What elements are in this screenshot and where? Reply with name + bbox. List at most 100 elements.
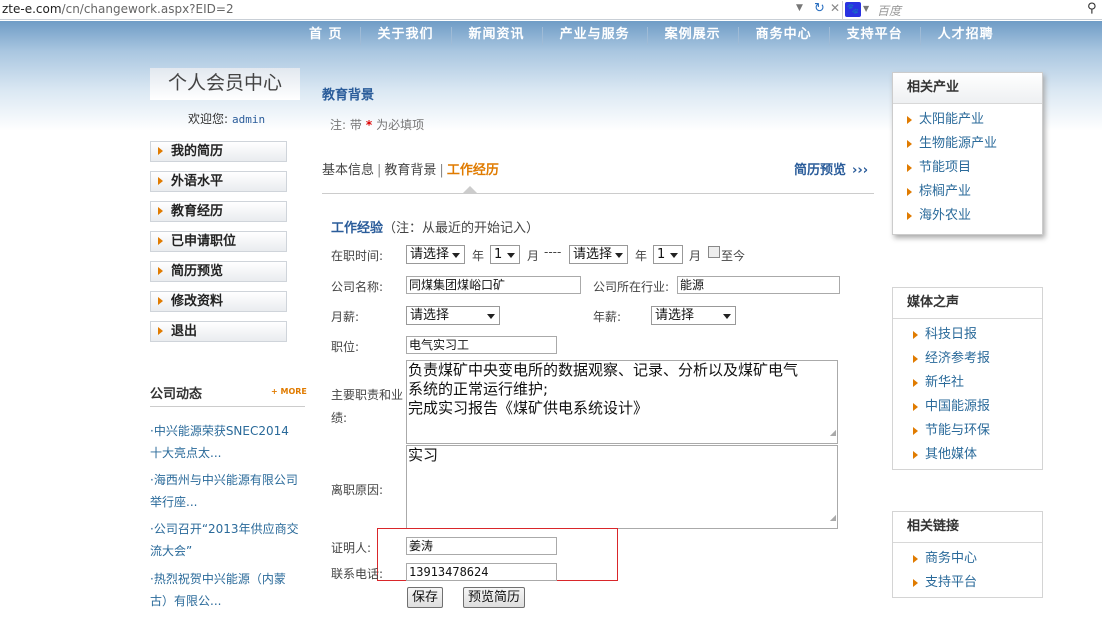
search-icon[interactable]: ⚲ (1087, 1, 1097, 16)
arrow-right-icon (158, 297, 163, 305)
link-label: 新华社 (925, 375, 965, 390)
url-field[interactable]: zte-e.com/cn/changework.aspx?EID=2 (2, 2, 234, 16)
industry-link[interactable]: 棕榈产业 (893, 180, 1042, 204)
resize-grip-icon[interactable]: ◢ (830, 508, 836, 527)
tab-work-experience[interactable]: 工作经历 (447, 163, 499, 178)
search-engine-dropdown-icon[interactable]: ▼ (863, 4, 869, 13)
media-link[interactable]: 中国能源报 (893, 395, 1042, 419)
arrow-right-icon (907, 212, 912, 220)
menu-language[interactable]: 外语水平 (150, 171, 287, 192)
related-link[interactable]: 支持平台 (893, 571, 1042, 595)
phone-input[interactable]: 13913478624 (406, 563, 557, 581)
leave-reason-textarea[interactable]: 实习 ◢ (406, 445, 838, 529)
link-label: 太阳能产业 (919, 112, 985, 127)
search-engine-logo-icon[interactable]: 🐾 (845, 2, 861, 17)
related-links-title: 相关链接 (893, 512, 1042, 543)
news-divider (150, 406, 305, 407)
year-unit: 年 (635, 249, 648, 263)
media-link[interactable]: 节能与环保 (893, 419, 1042, 443)
menu-logout[interactable]: 退出 (150, 321, 287, 342)
news-item[interactable]: ·热烈祝贺中兴能源（内蒙古）有限公... (150, 568, 300, 612)
resize-grip-icon[interactable]: ◢ (830, 423, 836, 442)
tab-separator: | (377, 163, 382, 178)
end-month-select[interactable]: 1 (653, 245, 683, 264)
position-input[interactable]: 电气实习工 (406, 336, 557, 354)
arrow-right-icon (913, 451, 918, 459)
menu-label: 已申请职位 (171, 234, 237, 249)
resume-preview-link[interactable]: 简历预览 ››› (794, 159, 868, 178)
browser-search-box[interactable]: 🐾 ▼ 百度 ⚲ (842, 1, 1102, 19)
arrow-right-icon (158, 327, 163, 335)
month-unit: 月 (527, 249, 540, 263)
dropdown-arrow-icon (670, 253, 678, 258)
url-dropdown-icon[interactable]: ▼ (796, 3, 803, 13)
stop-icon[interactable]: ✕ (830, 1, 840, 15)
company-label: 公司名称: (331, 280, 384, 294)
nav-business[interactable]: 商务中心 (737, 27, 829, 45)
industry-link[interactable]: 太阳能产业 (893, 108, 1042, 132)
browser-address-bar: zte-e.com/cn/changework.aspx?EID=2 ▼ ↻ ✕… (0, 0, 1102, 20)
industry-link[interactable]: 海外农业 (893, 204, 1042, 228)
related-link[interactable]: 商务中心 (893, 547, 1042, 571)
nav-news[interactable]: 新闻资讯 (450, 27, 542, 45)
nav-support[interactable]: 支持平台 (828, 27, 920, 45)
nav-jobs[interactable]: 人才招聘 (919, 27, 1011, 45)
menu-label: 简历预览 (171, 264, 224, 279)
save-button[interactable]: 保存 (407, 587, 443, 608)
nav-about[interactable]: 关于我们 (359, 27, 451, 45)
menu-applied-jobs[interactable]: 已申请职位 (150, 231, 287, 252)
range-separator: ---- (544, 245, 562, 259)
duties-line: 负责煤矿中央变电所的数据观察、记录、分析以及煤矿电气 (408, 361, 799, 379)
link-label: 海外农业 (919, 208, 972, 223)
tab-basic-info[interactable]: 基本信息 (322, 163, 374, 178)
monthly-salary-select[interactable]: 请选择 (406, 306, 500, 325)
nav-home[interactable]: 首 页 (292, 27, 360, 45)
start-month-select[interactable]: 1 (490, 245, 520, 264)
annual-salary-select[interactable]: 请选择 (651, 306, 736, 325)
arrow-right-icon (913, 379, 918, 387)
start-year-select[interactable]: 请选择 (406, 245, 465, 264)
menu-education[interactable]: 教育经历 (150, 201, 287, 222)
arrow-right-icon (158, 177, 163, 185)
related-industries-box: 相关产业 太阳能产业 生物能源产业 节能项目 棕榈产业 海外农业 (892, 72, 1043, 235)
tab-education[interactable]: 教育背景 (384, 163, 436, 178)
position-label: 职位: (331, 340, 360, 354)
required-note: 注: 带 * 为必填项 (330, 116, 424, 133)
url-host: zte-e.com (2, 2, 62, 16)
media-link[interactable]: 经济参考报 (893, 347, 1042, 371)
duties-textarea[interactable]: 负责煤矿中央变电所的数据观察、记录、分析以及煤矿电气 系统的正常运行维护; 完成… (406, 360, 838, 444)
arrow-right-icon (913, 555, 918, 563)
news-item[interactable]: ·海西州与中兴能源有限公司举行座... (150, 469, 300, 513)
till-now-checkbox[interactable] (708, 246, 720, 258)
arrow-right-icon (913, 427, 918, 435)
search-input[interactable]: 百度 (877, 2, 901, 19)
news-item[interactable]: ·公司召开“2013年供应商交流大会” (150, 518, 300, 562)
arrow-right-icon (158, 237, 163, 245)
menu-resume-preview[interactable]: 简历预览 (150, 261, 287, 282)
media-link[interactable]: 科技日报 (893, 323, 1042, 347)
month-unit: 月 (689, 249, 702, 263)
preview-resume-button[interactable]: 预览简历 (463, 587, 525, 608)
welcome-text: 欢迎您: admin (188, 110, 265, 127)
menu-edit-profile[interactable]: 修改资料 (150, 291, 287, 312)
company-name-input[interactable]: 同煤集团煤峪口矿 (406, 276, 581, 294)
nav-industry[interactable]: 产业与服务 (541, 27, 647, 45)
select-value: 请选择 (410, 308, 450, 323)
news-item[interactable]: ·中兴能源荣获SNEC2014十大亮点太... (150, 420, 300, 464)
preview-link-label: 简历预览 (794, 163, 847, 178)
reload-icon[interactable]: ↻ (814, 1, 825, 16)
menu-my-resume[interactable]: 我的简历 (150, 141, 287, 162)
end-year-select[interactable]: 请选择 (569, 245, 628, 264)
media-link[interactable]: 新华社 (893, 371, 1042, 395)
nav-cases[interactable]: 案例展示 (646, 27, 738, 45)
reference-input[interactable]: 姜涛 (406, 537, 557, 555)
industry-link[interactable]: 节能项目 (893, 156, 1042, 180)
link-label: 支持平台 (925, 575, 978, 590)
media-link[interactable]: 其他媒体 (893, 443, 1042, 467)
arrow-right-icon (907, 116, 912, 124)
section-title: 教育背景 (322, 88, 375, 103)
link-label: 商务中心 (925, 551, 978, 566)
industry-input[interactable]: 能源 (677, 276, 840, 294)
industry-link[interactable]: 生物能源产业 (893, 132, 1042, 156)
news-more-link[interactable]: + MORE (271, 387, 307, 396)
